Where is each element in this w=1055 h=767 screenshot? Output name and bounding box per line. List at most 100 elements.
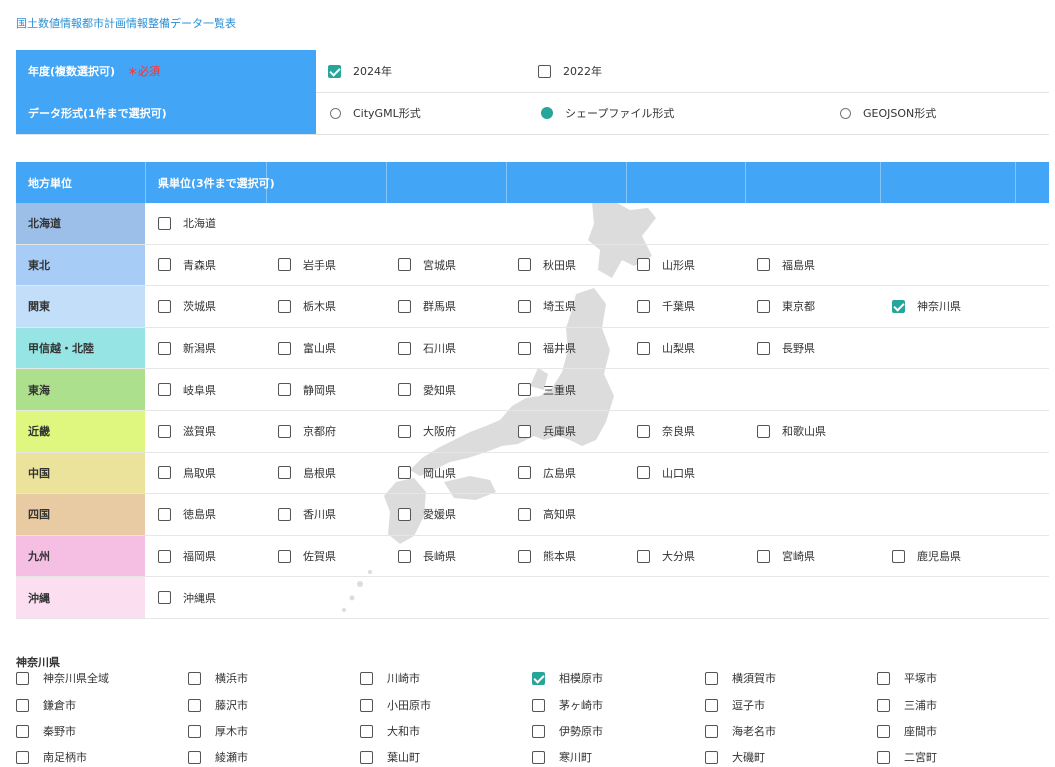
format-option-shapefile[interactable]: シェープファイル形式 [541, 92, 674, 134]
checkbox-icon[interactable] [188, 671, 201, 685]
checkbox-icon[interactable] [532, 698, 545, 712]
city-option[interactable]: 葉山町 [360, 748, 420, 766]
prefecture-option[interactable]: 栃木県 [278, 286, 336, 327]
format-option-geojson[interactable]: GEOJSON形式 [840, 92, 936, 134]
prefecture-option[interactable]: 沖縄県 [158, 577, 216, 618]
checkbox-icon[interactable] [532, 724, 545, 738]
prefecture-option[interactable]: 茨城県 [158, 286, 216, 327]
checkbox-icon[interactable] [757, 424, 770, 438]
checkbox-icon[interactable] [518, 549, 531, 563]
checkbox-icon[interactable] [757, 549, 770, 563]
checkbox-icon[interactable] [637, 549, 650, 563]
checkbox-icon[interactable] [518, 383, 531, 397]
year-option-2022[interactable]: 2022年 [538, 50, 602, 92]
prefecture-option[interactable]: 岡山県 [398, 453, 456, 494]
city-option[interactable]: 横浜市 [188, 669, 248, 687]
checkbox-icon[interactable] [278, 258, 291, 272]
checkbox-icon[interactable] [398, 507, 411, 521]
checkbox-icon[interactable] [360, 698, 373, 712]
city-option[interactable]: 神奈川県全域 [16, 669, 109, 687]
prefecture-option[interactable]: 鳥取県 [158, 453, 216, 494]
city-option[interactable]: 綾瀬市 [188, 748, 248, 766]
city-option[interactable]: 平塚市 [877, 669, 937, 687]
prefecture-option[interactable]: 大阪府 [398, 411, 456, 452]
checkbox-icon[interactable] [518, 258, 531, 272]
format-option-citygml[interactable]: CityGML形式 [330, 92, 421, 134]
checkbox-icon[interactable] [877, 724, 890, 738]
checkbox-icon[interactable] [518, 341, 531, 355]
prefecture-option[interactable]: 北海道 [158, 203, 216, 244]
checkbox-icon[interactable] [158, 466, 171, 480]
prefecture-option[interactable]: 徳島県 [158, 494, 216, 535]
checkbox-icon[interactable] [398, 383, 411, 397]
prefecture-option[interactable]: 滋賀県 [158, 411, 216, 452]
checkbox-icon[interactable] [757, 341, 770, 355]
checkbox-icon[interactable] [877, 698, 890, 712]
city-option[interactable]: 小田原市 [360, 696, 431, 714]
city-option[interactable]: 寒川町 [532, 748, 592, 766]
checkbox-icon[interactable] [637, 258, 650, 272]
prefecture-option[interactable]: 長野県 [757, 328, 815, 369]
checkbox-icon[interactable] [518, 424, 531, 438]
checkbox-icon[interactable] [398, 466, 411, 480]
prefecture-option[interactable]: 福島県 [757, 245, 815, 286]
checkbox-icon[interactable] [278, 424, 291, 438]
prefecture-option[interactable]: 福岡県 [158, 536, 216, 577]
checkbox-icon[interactable] [518, 466, 531, 480]
checkbox-icon[interactable] [360, 671, 373, 685]
prefecture-option[interactable]: 宮崎県 [757, 536, 815, 577]
checkbox-icon[interactable] [16, 724, 29, 738]
prefecture-option[interactable]: 山口県 [637, 453, 695, 494]
city-option[interactable]: 厚木市 [188, 722, 248, 740]
checkbox-icon[interactable] [538, 64, 551, 78]
city-option[interactable]: 鎌倉市 [16, 696, 76, 714]
checkbox-icon[interactable] [158, 549, 171, 563]
prefecture-option[interactable]: 兵庫県 [518, 411, 576, 452]
checkbox-icon[interactable] [16, 698, 29, 712]
prefecture-option[interactable]: 熊本県 [518, 536, 576, 577]
prefecture-option[interactable]: 静岡県 [278, 369, 336, 410]
city-option[interactable]: 藤沢市 [188, 696, 248, 714]
prefecture-option[interactable]: 福井県 [518, 328, 576, 369]
prefecture-option[interactable]: 山形県 [637, 245, 695, 286]
prefecture-option[interactable]: 岩手県 [278, 245, 336, 286]
prefecture-option[interactable]: 愛媛県 [398, 494, 456, 535]
checkbox-icon[interactable] [705, 724, 718, 738]
prefecture-option[interactable]: 三重県 [518, 369, 576, 410]
prefecture-option[interactable]: 埼玉県 [518, 286, 576, 327]
prefecture-option[interactable]: 富山県 [278, 328, 336, 369]
checkbox-icon[interactable] [637, 466, 650, 480]
checkbox-icon[interactable] [637, 341, 650, 355]
checkbox-icon[interactable] [877, 750, 890, 764]
checkbox-icon[interactable] [158, 424, 171, 438]
checkbox-icon[interactable] [637, 424, 650, 438]
city-option[interactable]: 茅ヶ崎市 [532, 696, 603, 714]
checkbox-icon[interactable] [158, 591, 171, 605]
checkbox-icon[interactable] [398, 299, 411, 313]
checkbox-icon[interactable] [398, 258, 411, 272]
checkbox-icon[interactable] [158, 216, 171, 230]
checkbox-icon[interactable] [518, 507, 531, 521]
city-option[interactable]: 二宮町 [877, 748, 937, 766]
checkbox-icon[interactable] [158, 383, 171, 397]
prefecture-option[interactable]: 奈良県 [637, 411, 695, 452]
checkbox-icon[interactable] [360, 724, 373, 738]
prefecture-option[interactable]: 千葉県 [637, 286, 695, 327]
checkbox-icon[interactable] [158, 299, 171, 313]
checkbox-icon[interactable] [398, 424, 411, 438]
checkbox-icon[interactable] [158, 258, 171, 272]
prefecture-option[interactable]: 京都府 [278, 411, 336, 452]
checkbox-icon[interactable] [892, 549, 905, 563]
city-option[interactable]: 大和市 [360, 722, 420, 740]
year-option-2024[interactable]: 2024年 [328, 50, 392, 92]
checkbox-checked-icon[interactable] [532, 671, 545, 685]
checkbox-icon[interactable] [278, 549, 291, 563]
city-option[interactable]: 川崎市 [360, 669, 420, 687]
prefecture-option[interactable]: 高知県 [518, 494, 576, 535]
prefecture-option[interactable]: 鹿児島県 [892, 536, 961, 577]
checkbox-icon[interactable] [398, 341, 411, 355]
prefecture-option[interactable]: 東京都 [757, 286, 815, 327]
city-option[interactable]: 海老名市 [705, 722, 776, 740]
checkbox-icon[interactable] [637, 299, 650, 313]
checkbox-icon[interactable] [188, 750, 201, 764]
